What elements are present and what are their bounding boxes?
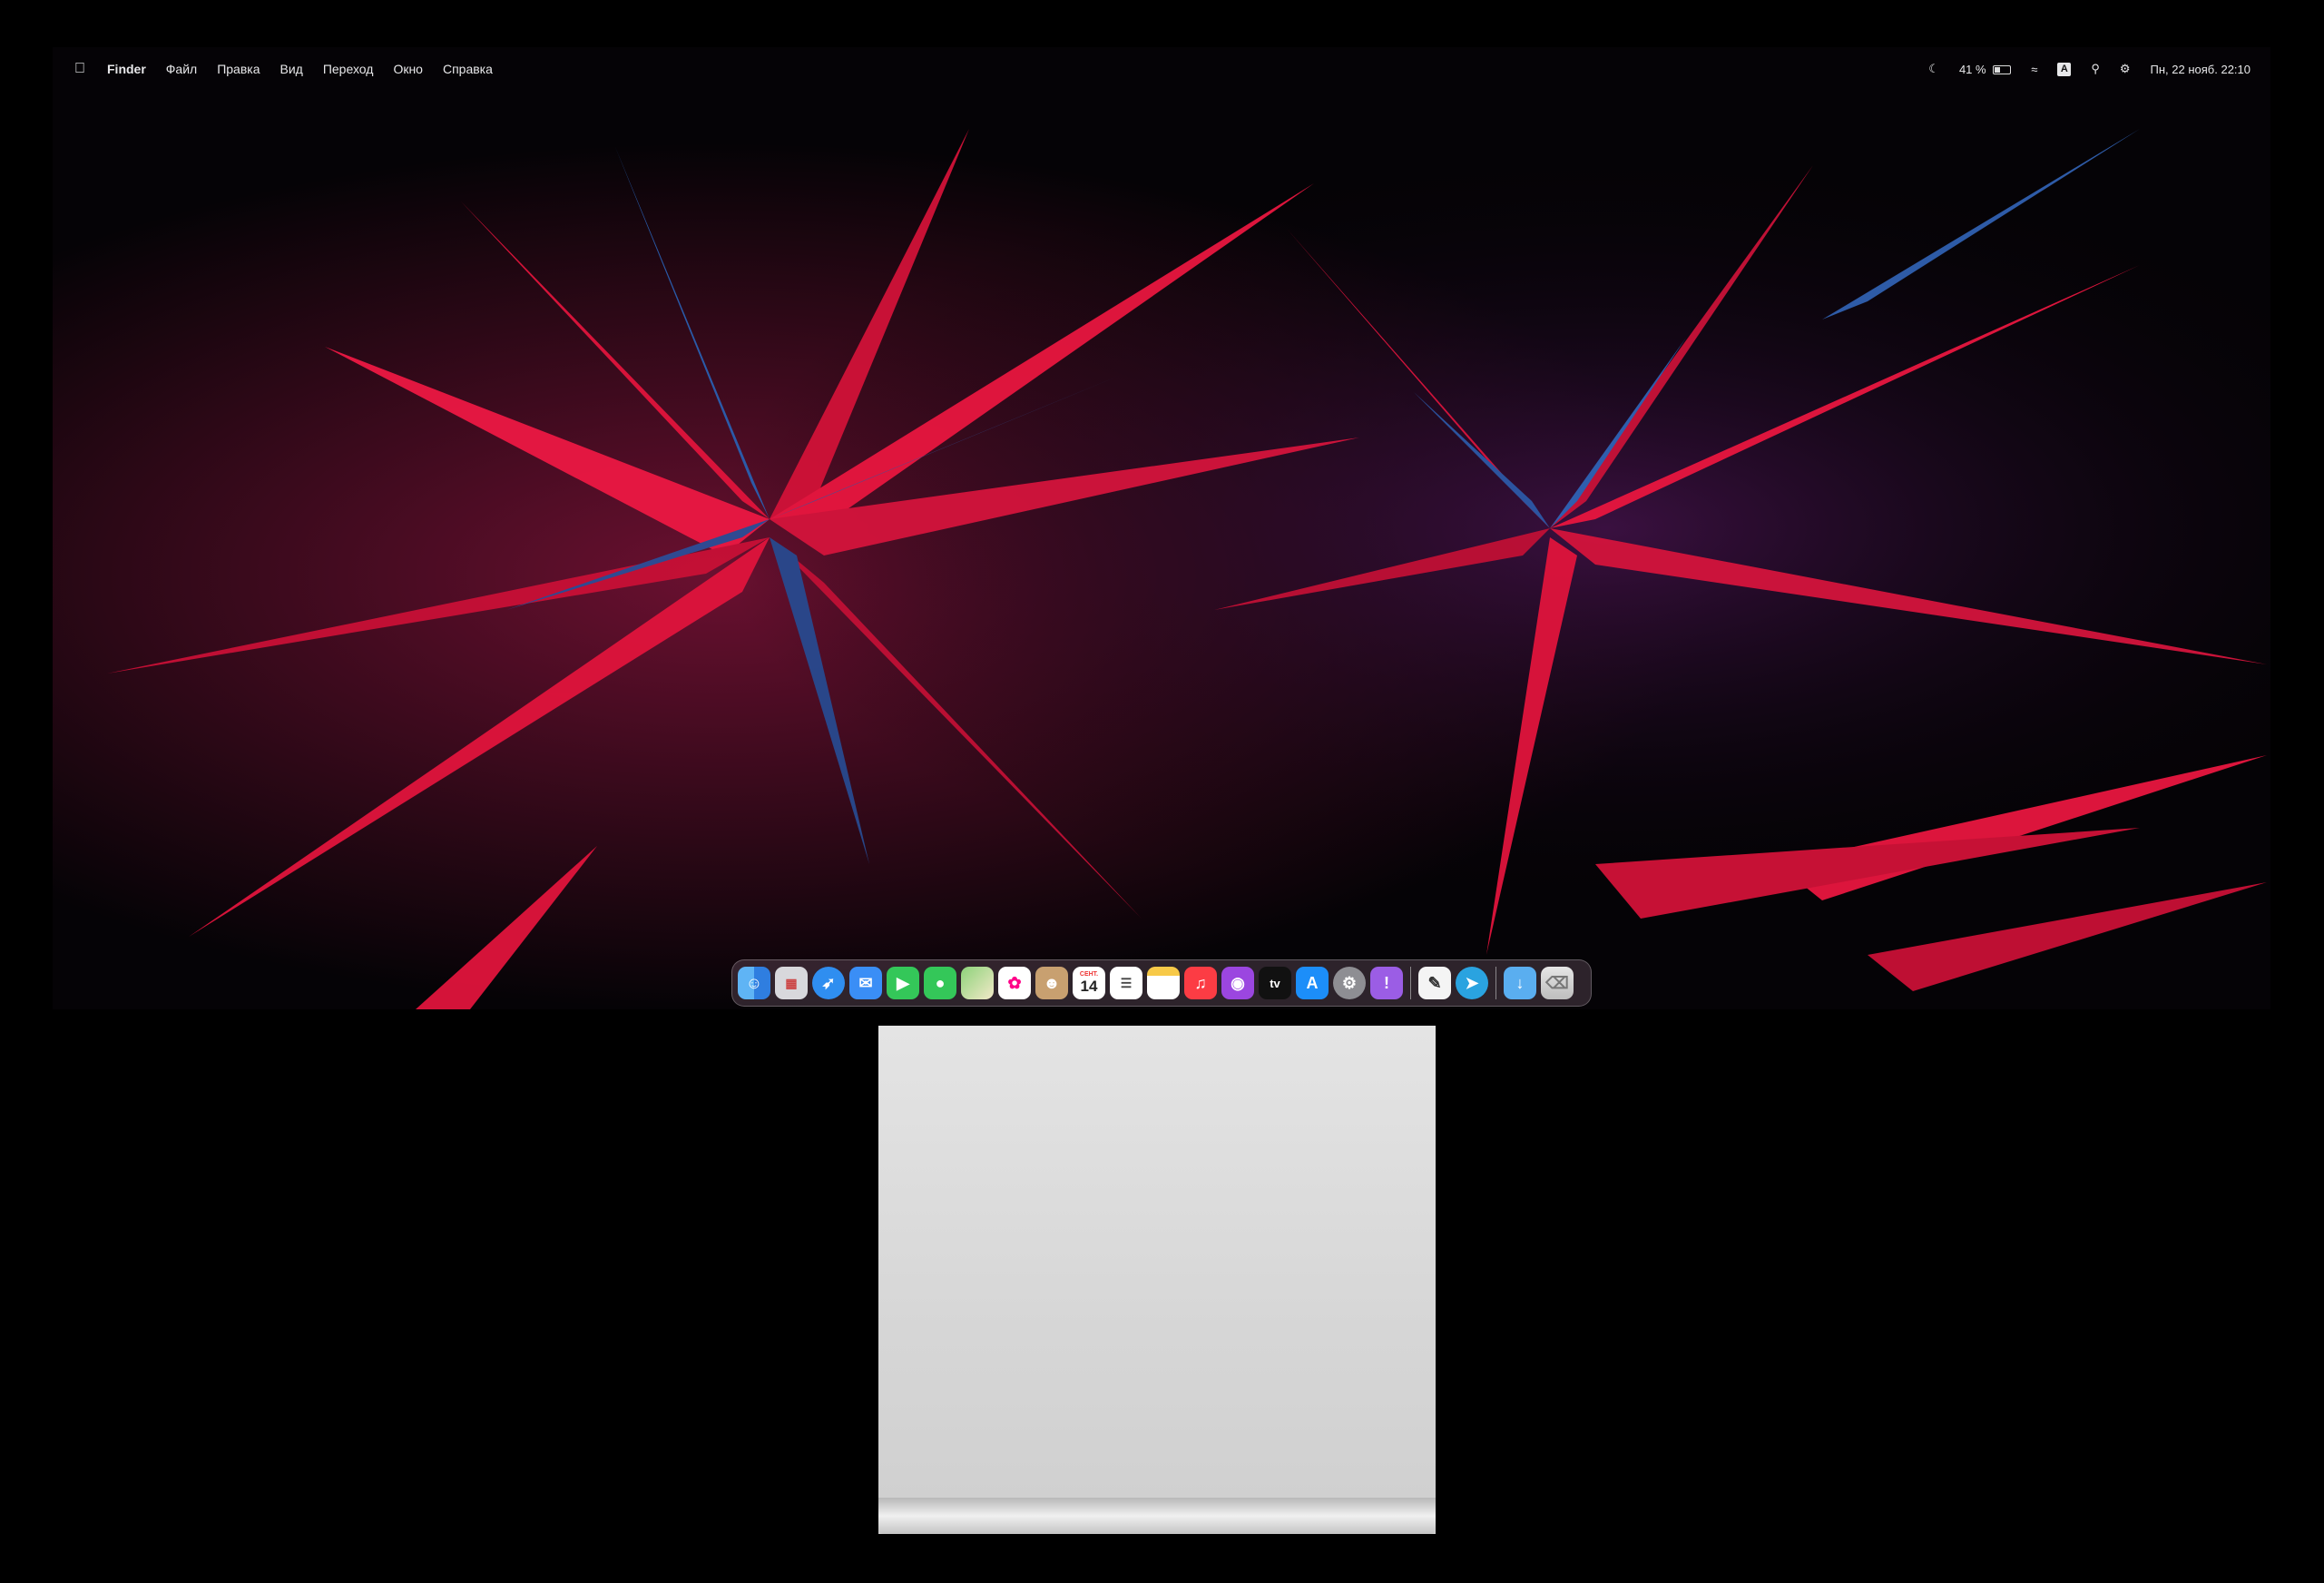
dock-separator-2: [1495, 967, 1496, 999]
search-icon[interactable]: ⚲: [2091, 62, 2100, 76]
menu-edit[interactable]: Правка: [207, 62, 270, 76]
maps-icon[interactable]: [961, 967, 994, 999]
launchpad-icon[interactable]: ▦: [775, 967, 808, 999]
messages-icon[interactable]: ●: [924, 967, 956, 999]
downloads-folder-icon[interactable]: ↓: [1504, 967, 1536, 999]
menu-go[interactable]: Переход: [313, 62, 384, 76]
moon-icon[interactable]: ☾: [1928, 62, 1939, 76]
dock: ☺ ▦ ➶ ✉ ▶ ● ✿ ☻ СЕНТ. 14 ☰ ♫ ◉ tv A ⚙ ! …: [731, 959, 1592, 1007]
battery-icon: [1993, 65, 2012, 75]
menu-view[interactable]: Вид: [270, 62, 313, 76]
trash-icon[interactable]: ⌫: [1541, 967, 1574, 999]
battery-status[interactable]: 41 %: [1958, 62, 2012, 76]
contacts-icon[interactable]: ☻: [1035, 967, 1068, 999]
menu-help[interactable]: Справка: [433, 62, 503, 76]
podcasts-icon[interactable]: ◉: [1221, 967, 1254, 999]
calendar-icon[interactable]: СЕНТ. 14: [1073, 967, 1105, 999]
tv-icon[interactable]: tv: [1259, 967, 1291, 999]
dock-separator: [1410, 967, 1411, 999]
finder-icon[interactable]: ☺: [738, 967, 770, 999]
apple-icon[interactable]: : [73, 61, 97, 77]
control-center-icon[interactable]: ⚙: [2120, 62, 2131, 76]
aloe-wallpaper: [53, 47, 2270, 1009]
app-store-icon[interactable]: A: [1296, 967, 1329, 999]
wifi-icon[interactable]: ≈: [2031, 63, 2037, 76]
reminders-icon[interactable]: ☰: [1110, 967, 1142, 999]
monitor-stand-base: [878, 1498, 1436, 1534]
battery-percent: 41 %: [1958, 62, 1986, 76]
feedback-assistant-icon[interactable]: !: [1370, 967, 1403, 999]
menu-bar:  Finder Файл Правка Вид Переход Окно Сп…: [53, 47, 2270, 91]
facetime-icon[interactable]: ▶: [887, 967, 919, 999]
system-preferences-icon[interactable]: ⚙: [1333, 967, 1366, 999]
notes-icon[interactable]: [1147, 967, 1180, 999]
menu-file[interactable]: Файл: [156, 62, 207, 76]
display-screen:  Finder Файл Правка Вид Переход Окно Сп…: [53, 47, 2270, 1009]
music-icon[interactable]: ♫: [1184, 967, 1217, 999]
textedit-icon[interactable]: ✎: [1418, 967, 1451, 999]
monitor-stand: [878, 1026, 1436, 1534]
menu-app-name[interactable]: Finder: [97, 62, 156, 76]
keyboard-layout-icon[interactable]: A: [2057, 62, 2072, 76]
clock[interactable]: Пн, 22 нояб. 22:10: [2151, 63, 2250, 76]
safari-icon[interactable]: ➶: [812, 967, 845, 999]
menu-window[interactable]: Окно: [383, 62, 433, 76]
mail-icon[interactable]: ✉: [849, 967, 882, 999]
photos-icon[interactable]: ✿: [998, 967, 1031, 999]
calendar-day: 14: [1080, 978, 1098, 995]
telegram-icon[interactable]: ➤: [1456, 967, 1488, 999]
